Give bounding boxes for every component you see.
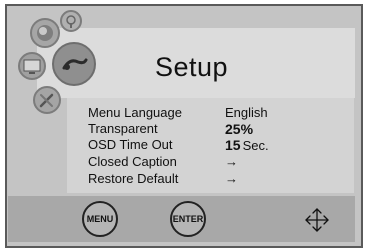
menu-item-label: Menu Language xyxy=(88,105,182,120)
settings-icon[interactable] xyxy=(52,42,96,86)
directional-arrows-icon xyxy=(305,208,329,232)
menu-item-label: OSD Time Out xyxy=(88,137,173,152)
audio-icon[interactable] xyxy=(60,10,82,32)
enter-button[interactable]: ENTER xyxy=(170,201,206,237)
menu-item-arrow: → xyxy=(225,154,238,169)
page-title: Setup xyxy=(155,52,229,82)
menu-button[interactable]: MENU xyxy=(82,201,118,237)
menu-item-label: Restore Default xyxy=(88,171,179,186)
menu-item-label: Closed Caption xyxy=(88,154,177,169)
menu-item-value: English xyxy=(225,105,268,120)
menu-item-value: 15 Sec. xyxy=(225,137,269,153)
screen-icon[interactable] xyxy=(18,52,46,80)
menu-item-label: Transparent xyxy=(88,121,158,136)
tools-icon[interactable] xyxy=(33,86,61,114)
menu-item-arrow: → xyxy=(225,171,238,186)
menu-item-value: 25% xyxy=(225,121,254,137)
